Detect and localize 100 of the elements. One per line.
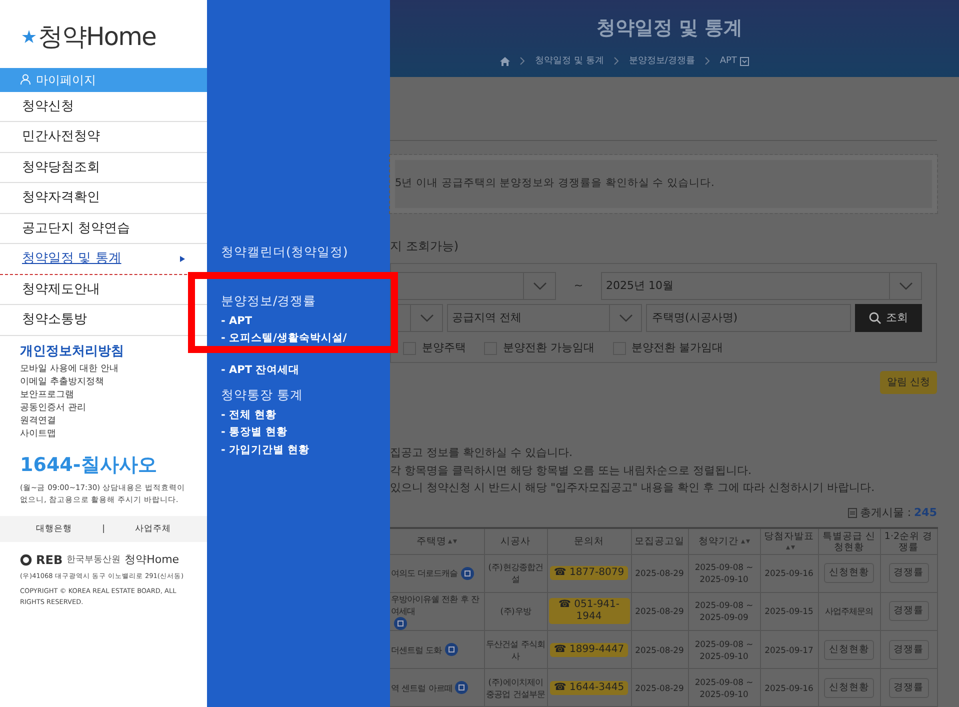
checkbox-option[interactable]: 분양전환 가능임대	[484, 340, 594, 356]
region-select[interactable]: 공급지역 전체	[447, 304, 642, 332]
table-cell: 2025-09-16	[760, 554, 818, 592]
home-icon[interactable]	[500, 56, 510, 66]
select-value: 공급지역 전체	[452, 310, 522, 326]
status-button[interactable]: 신청현황	[824, 563, 874, 584]
flyout-item-link[interactable]: - 가입기간별 현황	[207, 442, 390, 460]
table-cell: 두산건설 주식회사	[484, 630, 547, 668]
separator: |	[102, 522, 105, 536]
sort-icon[interactable]	[448, 539, 458, 544]
table-cell: 2025-08-29	[631, 630, 688, 668]
table-cell: (주)현강종합건설	[484, 554, 547, 592]
end-month-select[interactable]: 2025년 10월	[601, 272, 922, 300]
breadcrumb-link[interactable]: 분양정보/경쟁률	[628, 54, 695, 68]
table-cell: 2025-09-08 ~ 2025-09-10	[688, 630, 760, 668]
column-header: 문의처	[547, 528, 631, 554]
column-header: 1·2순위 경쟁률	[880, 528, 937, 554]
footer-link[interactable]: 공동인증서 관리	[0, 402, 207, 415]
competition-rate-button[interactable]: 경쟁률	[888, 678, 928, 698]
mypage-label: 마이페이지	[36, 72, 96, 88]
page-title: 청약일정 및 통계	[596, 16, 743, 41]
footer-tab-link[interactable]: 대행은행	[36, 522, 72, 536]
column-header: 시공사	[484, 528, 547, 554]
breadcrumb-link[interactable]: 청약일정 및 통계	[535, 54, 604, 68]
range-separator: ~	[572, 278, 584, 294]
complex-name-link[interactable]: 여의도 더로드캐슬	[391, 567, 458, 580]
competition-rate-button[interactable]: 경쟁률	[888, 601, 928, 622]
total-label: 총게시물 :	[860, 504, 912, 521]
search-field[interactable]: 주택명(시공사명)	[646, 304, 851, 332]
sidebar-item-label: 민간사전청약	[22, 128, 100, 146]
complex-name-link[interactable]: 더센트럴 도화	[391, 644, 442, 656]
table-cell: 2025-09-08 ~ 2025-09-09	[688, 592, 760, 630]
flyout-item-link[interactable]: - APT 잔여세대	[207, 362, 390, 380]
alert-signup-button[interactable]: 알림 신청	[880, 371, 937, 394]
table-cell: 사업주체문의	[818, 592, 880, 630]
flyout-group-link[interactable]: 분양정보/경쟁률	[207, 290, 390, 312]
phone-badge: ☎ 051-941-1944	[548, 598, 630, 624]
table-cell: 2025-08-29	[631, 668, 688, 706]
chevron-icon	[520, 57, 526, 66]
footer-link[interactable]: 사이트맵	[0, 428, 207, 441]
sidebar-item-label: 청약자격확인	[22, 189, 100, 207]
flyout-item-link[interactable]: - 통장별 현황	[207, 424, 390, 442]
sidebar-item-label: 청약당첨조회	[22, 158, 100, 176]
status-button[interactable]: 신청현황	[824, 640, 874, 660]
privacy-policy-link[interactable]: 개인정보처리방침	[0, 336, 207, 363]
checkbox-option[interactable]: 분양주택	[403, 340, 466, 356]
flyout-group-link[interactable]: 청약통장 통계	[207, 384, 390, 406]
brand-text: 청약Home	[124, 552, 180, 568]
complex-name-link[interactable]: 역 센트럴 아르떼	[391, 682, 452, 694]
chevron-icon	[614, 57, 619, 66]
flyout-item-link[interactable]: - APT	[207, 312, 390, 330]
sidebar-item-label: 청약소통방	[22, 311, 87, 329]
notice-badge-icon[interactable]	[444, 643, 458, 656]
sidebar-item-label: 청약제도안내	[22, 280, 100, 298]
notice-badge-icon[interactable]	[455, 681, 468, 694]
footer-link[interactable]: 원격연결	[0, 415, 207, 428]
list-icon	[848, 508, 857, 518]
org-logo-text: REB	[36, 552, 63, 570]
person-icon	[20, 74, 31, 85]
guide-text: 있으니 청약신청 시 반드시 해당 "입주자모집공고" 내용을 확인 후 그에 따라 신청하시기 바랍니다.	[390, 480, 876, 496]
breadcrumb-link[interactable]: APT	[720, 54, 737, 68]
footer-link[interactable]: 이메일 추출방지정책	[0, 376, 207, 389]
footer-link[interactable]: 보안프로그램	[0, 389, 207, 402]
footer-tab-link[interactable]: 사업주체	[134, 522, 171, 536]
footer-link[interactable]: 모바일 사용에 대한 안내	[0, 363, 207, 376]
org-name: 한국부동산원	[66, 554, 121, 566]
table-cell: 2025-08-29	[631, 554, 688, 592]
table-cell: 2025-09-15	[760, 592, 818, 630]
column-header: 모집공고일	[631, 528, 688, 554]
flyout-item-link[interactable]: - 전체 현황	[207, 406, 390, 424]
competition-rate-button[interactable]: 경쟁률	[888, 640, 928, 660]
search-button[interactable]: 조회	[855, 304, 922, 332]
logo-text[interactable]: 청약Home	[38, 18, 156, 56]
flyout-group-link[interactable]: 청약캘린더(청약일정)	[207, 241, 390, 264]
sidebar-item-label: 공고단지 청약연습	[22, 220, 130, 238]
notice-badge-icon[interactable]	[460, 566, 474, 580]
flyout-item-link[interactable]: - 오피스텔/생활숙박시설/	[207, 330, 390, 348]
table-cell: (주)에이치제이중공업 건설부문	[484, 668, 547, 706]
table-cell: 2025-08-29	[631, 592, 688, 630]
complex-name-link[interactable]: 우방아이유쉘 전환 후 잔여세대	[391, 592, 482, 617]
select-value: 2025년 10월	[606, 278, 674, 294]
dropdown-icon[interactable]	[740, 56, 749, 66]
table-cell: 2025-09-08 ~ 2025-09-10	[688, 668, 760, 706]
competition-rate-button[interactable]: 경쟁률	[888, 563, 928, 584]
notice-text: 5년 이내 공급주택의 분양정보와 경쟁률을 확인하실 수 있습니다.	[395, 177, 714, 190]
column-header[interactable]: 당첨자발표	[760, 528, 818, 554]
search-icon	[869, 312, 881, 324]
phone-badge: ☎ 1877-8079	[550, 566, 628, 580]
arrow-icon	[180, 256, 185, 262]
sort-icon[interactable]	[786, 544, 794, 550]
notice-badge-icon[interactable]	[394, 617, 407, 630]
sort-icon[interactable]	[740, 539, 750, 544]
table-cell: 2025-09-08 ~ 2025-09-10	[688, 554, 760, 592]
status-button[interactable]: 신청현황	[824, 678, 874, 698]
phone-badge: ☎ 1644-3445	[550, 680, 628, 694]
column-header[interactable]: 청약기간	[688, 528, 760, 554]
column-header[interactable]: 주택명	[390, 528, 484, 554]
checkbox-option[interactable]: 분양전환 불가임대	[612, 340, 723, 356]
mypage-link[interactable]: 마이페이지	[0, 68, 207, 92]
guide-text: 각 항목명을 클릭하시면 해당 항목별 오름 또는 내림차순으로 정렬됩니다.	[390, 462, 752, 479]
